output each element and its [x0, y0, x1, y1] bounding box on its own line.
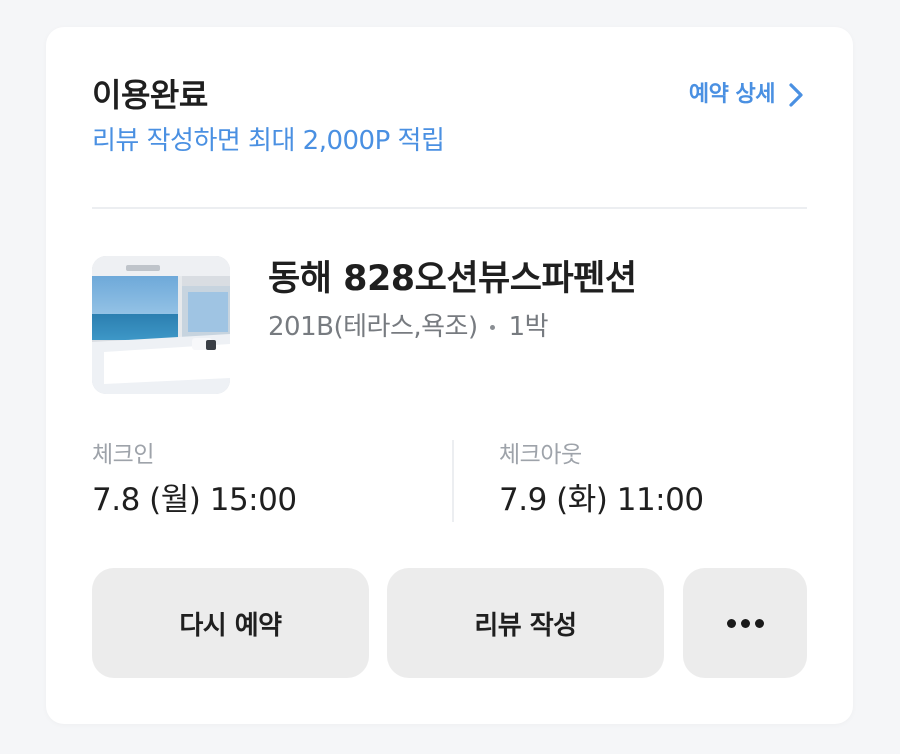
room-info: 201B(테라스,욕조) 1박 — [268, 309, 549, 345]
rebook-button[interactable]: 다시 예약 — [92, 568, 369, 678]
section-divider — [92, 207, 807, 209]
separator-dot-icon — [489, 324, 495, 330]
stay-nights: 1박 — [508, 312, 549, 342]
write-review-button[interactable]: 리뷰 작성 — [387, 568, 664, 678]
booking-detail-link[interactable]: 예약 상세 — [689, 77, 805, 113]
property-name[interactable]: 동해 828오션뷰스파펜션 — [268, 257, 637, 301]
checkin-value: 7.8 (월) 15:00 — [92, 482, 297, 518]
rebook-button-label: 다시 예약 — [179, 610, 282, 641]
room-type: 201B(테라스,욕조) — [268, 312, 478, 342]
schedule-divider — [452, 440, 454, 522]
booking-status: 이용완료 — [92, 76, 208, 114]
booking-detail-label: 예약 상세 — [688, 82, 776, 107]
chevron-right-icon — [787, 81, 805, 109]
more-horizontal-icon — [726, 618, 764, 628]
review-reward-notice: 리뷰 작성하면 최대 2,000P 적립 — [92, 126, 445, 156]
checkin-label: 체크인 — [92, 442, 154, 468]
checkout-value: 7.9 (화) 11:00 — [499, 482, 704, 518]
property-thumbnail[interactable] — [92, 256, 230, 394]
booking-card: 이용완료 리뷰 작성하면 최대 2,000P 적립 예약 상세 동해 828오션… — [46, 27, 853, 724]
checkout-label: 체크아웃 — [499, 442, 582, 468]
write-review-button-label: 리뷰 작성 — [474, 610, 577, 641]
more-options-button[interactable] — [683, 568, 807, 678]
